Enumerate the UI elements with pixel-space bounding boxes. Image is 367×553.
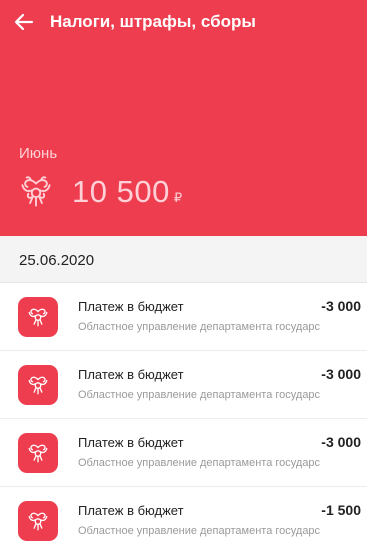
transaction-amount: -1 500: [321, 502, 361, 518]
transaction-icon: [18, 501, 58, 541]
date-label: 25.06.2020: [19, 252, 95, 269]
transaction-amount: -3 000: [321, 366, 361, 382]
eagle-emblem-icon: [21, 176, 51, 207]
total-amount: 10 500 ₽: [19, 172, 182, 212]
eagle-emblem-icon: [28, 376, 48, 395]
transaction-list: Платеж в бюджет -3 000 Областное управлени…: [0, 283, 367, 553]
eagle-emblem-icon: [28, 308, 48, 327]
arrow-left-icon: [14, 13, 34, 31]
header: Налоги, штрафы, сборы Июнь 10 500 ₽: [0, 0, 367, 236]
transaction-name: Платеж в бюджет: [78, 299, 184, 314]
transaction-icon: [18, 297, 58, 337]
total-amount-value: 10 500: [72, 174, 170, 209]
date-group-header: 25.06.2020: [0, 236, 367, 283]
transaction-description: Областное управление департамента госуда…: [78, 457, 321, 469]
transaction-amount: -3 000: [321, 434, 361, 450]
transaction-item[interactable]: Платеж в бюджет -3 000 Областное управлени…: [0, 283, 367, 351]
transaction-item[interactable]: Платеж в бюджет -1 500 Областное управлени…: [0, 487, 367, 553]
transaction-item[interactable]: Платеж в бюджет -3 000 Областное управлени…: [0, 419, 367, 487]
eagle-emblem-icon: [28, 444, 48, 463]
page-title: Налоги, штрафы, сборы: [50, 12, 256, 31]
transaction-icon: [18, 365, 58, 405]
eagle-emblem-icon: [28, 512, 48, 531]
period-label: Июнь: [19, 145, 58, 162]
screen: Налоги, штрафы, сборы Июнь 10 500 ₽ 25.0…: [0, 0, 367, 553]
transaction-amount: -3 000: [321, 298, 361, 314]
transaction-name: Платеж в бюджет: [78, 503, 184, 518]
transaction-name: Платеж в бюджет: [78, 367, 184, 382]
transaction-item[interactable]: Платеж в бюджет -3 000 Областное управлени…: [0, 351, 367, 419]
transaction-icon: [18, 433, 58, 473]
currency-symbol: ₽: [173, 190, 183, 205]
transaction-description: Областное управление департамента госуда…: [78, 321, 321, 333]
back-button[interactable]: [12, 10, 36, 34]
transaction-description: Областное управление департамента госуда…: [78, 389, 321, 401]
transaction-description: Областное управление департамента госуда…: [78, 525, 321, 537]
transaction-name: Платеж в бюджет: [78, 435, 184, 450]
